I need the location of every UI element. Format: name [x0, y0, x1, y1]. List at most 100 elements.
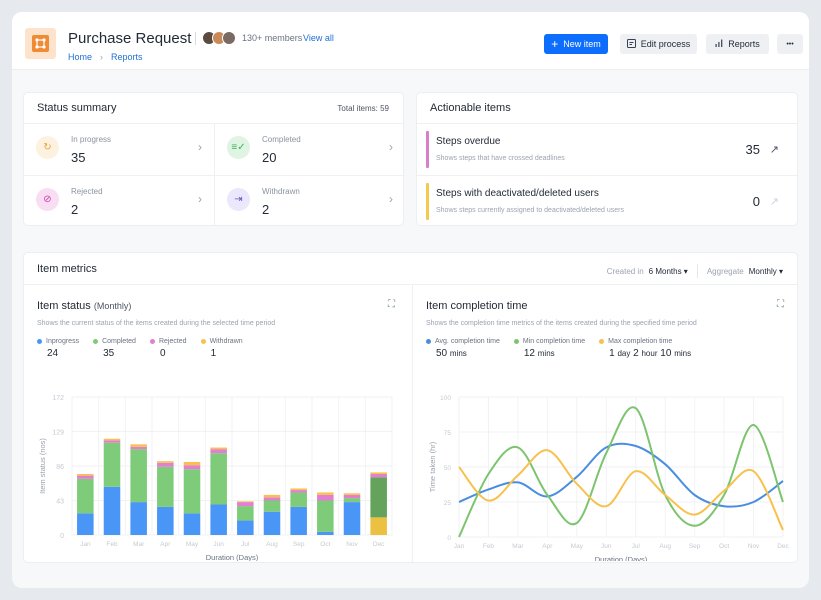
- legend-item[interactable]: Min completion time 12 mins: [513, 338, 585, 359]
- member-avatars[interactable]: [202, 31, 236, 45]
- bar-segment-withdrawn: [290, 488, 307, 491]
- chart-legend: Inprogress 24 Completed 35 Rejected 0 Withdraw…: [37, 338, 243, 359]
- legend-item[interactable]: Max completion time 1 day 2 hour 10 mins: [599, 338, 691, 359]
- bar-segment-withdrawn: [317, 492, 334, 495]
- bar-segment-completed: [130, 449, 147, 503]
- legend-dot: [513, 339, 519, 344]
- avatar[interactable]: [222, 31, 236, 45]
- legend-dot: [149, 339, 155, 344]
- legend-dot: [599, 339, 605, 344]
- created-in-label: Created in: [606, 266, 644, 276]
- bar-segment-completed: [237, 506, 254, 521]
- status-item-in-progress[interactable]: ↻ In progress 35 ›: [24, 124, 214, 175]
- bar-segment-rejected: [157, 462, 174, 467]
- status-label: Completed: [262, 135, 301, 144]
- y-tick-label: 172: [52, 395, 64, 402]
- divider: [195, 32, 196, 45]
- created-in-dropdown[interactable]: 6 Months ▾: [649, 267, 688, 276]
- status-value: 2: [71, 202, 79, 217]
- legend-dot: [37, 339, 42, 344]
- x-tick-label: Nov: [346, 541, 358, 548]
- external-link-icon[interactable]: ↗: [770, 195, 779, 208]
- x-tick-label: Aug: [266, 541, 278, 548]
- bar-segment-inprogress: [77, 513, 94, 535]
- x-tick-label: Dec: [777, 543, 789, 550]
- bar-segment-inprogress: [130, 502, 147, 535]
- legend-value: 0: [159, 348, 166, 359]
- bar-segment-inprogress: [290, 506, 307, 535]
- status-item-withdrawn[interactable]: ⇥ Withdrawn 2 ›: [215, 176, 405, 227]
- x-tick-label: May: [571, 543, 584, 550]
- legend-item[interactable]: Completed 35: [93, 338, 136, 359]
- status-item-completed[interactable]: ≡✓ Completed 20 ›: [215, 124, 405, 175]
- legend-item[interactable]: Inprogress 24: [37, 338, 79, 359]
- x-tick-label: Nov: [748, 543, 760, 550]
- legend-item[interactable]: Avg. completion time 50 mins: [426, 338, 500, 359]
- bar-segment-inprogress: [183, 513, 201, 535]
- external-link-icon[interactable]: ↗: [770, 143, 779, 156]
- more-options-button[interactable]: •••: [777, 34, 803, 54]
- chart-description: Shows the completion time metrics of the…: [426, 320, 697, 327]
- status-value: 35: [71, 150, 86, 165]
- y-tick-label: 0: [60, 533, 64, 540]
- chevron-right-icon[interactable]: ›: [198, 140, 202, 154]
- chart-title: Item completion time: [426, 300, 528, 312]
- bar-segment-rejected: [290, 490, 307, 493]
- new-item-button[interactable]: + New item: [544, 34, 608, 54]
- bar-segment-inprogress: [317, 531, 334, 535]
- bar-segment-withdrawn: [77, 474, 94, 476]
- x-tick-label: Jan: [454, 543, 465, 550]
- legend-value: 50 mins: [436, 348, 467, 359]
- y-tick-label: 0: [447, 535, 451, 542]
- legend-value: 24: [47, 348, 59, 359]
- breadcrumb-home[interactable]: Home: [68, 52, 92, 62]
- app-window: Purchase Request 130+ members View all H…: [12, 12, 809, 588]
- completion-time-chart: 0 25 50 75 100 Jan Feb Mar Apr May Jun Jul Aug Sep Oct…: [428, 395, 790, 561]
- expand-icon[interactable]: ⛶: [388, 299, 395, 310]
- page-header: Purchase Request 130+ members View all H…: [12, 12, 809, 70]
- x-tick-label: Aug: [659, 543, 671, 550]
- bar-segment-inprogress: [210, 504, 227, 535]
- x-axis-label: Duration (Days): [206, 553, 259, 561]
- edit-process-button[interactable]: Edit process: [620, 34, 697, 54]
- legend-item[interactable]: Rejected 0: [149, 338, 187, 359]
- breadcrumb: Home › Reports: [68, 52, 143, 62]
- action-item-steps-overdue[interactable]: Steps overdue Shows steps that have cros…: [417, 124, 797, 175]
- chevron-right-icon[interactable]: ›: [389, 140, 393, 154]
- bar-segment-completed: [290, 492, 307, 507]
- chevron-right-icon[interactable]: ›: [198, 192, 202, 206]
- legend-label: Withdrawn: [209, 338, 243, 345]
- status-item-rejected[interactable]: ⊘ Rejected 2 ›: [24, 176, 214, 227]
- actionable-items-card: Actionable items Steps overdue Shows ste…: [416, 92, 798, 226]
- bar-segment-completed: [317, 500, 334, 532]
- bar-segment-withdrawn: [157, 461, 174, 463]
- legend-dot: [200, 339, 206, 344]
- expand-icon[interactable]: ⛶: [777, 299, 784, 310]
- legend-dot: [426, 339, 431, 344]
- metrics-filters: Created in 6 Months ▾ Aggregate Monthly …: [607, 264, 783, 278]
- x-tick-label: Oct: [320, 541, 330, 548]
- breadcrumb-reports[interactable]: Reports: [111, 52, 143, 62]
- view-all-link[interactable]: View all: [303, 33, 334, 43]
- bar-segment-withdrawn: [103, 438, 121, 441]
- form-icon: [626, 38, 636, 50]
- block-icon: ⊘: [36, 188, 59, 211]
- reports-button[interactable]: Reports: [706, 34, 769, 54]
- series-line-avg-completion-time: [458, 442, 784, 508]
- x-tick-label: Jun: [601, 543, 612, 550]
- bar-segment-completed: [157, 466, 174, 507]
- y-tick-label: 50: [444, 465, 452, 472]
- bar-segment-withdrawn: [130, 444, 147, 447]
- chevron-right-icon[interactable]: ›: [389, 192, 393, 206]
- bar-segment-withdrawn: [263, 494, 281, 498]
- action-item-deactivated-users[interactable]: Steps with deactivated/deleted users Sho…: [417, 176, 797, 227]
- app-logo: [25, 28, 56, 59]
- legend-item[interactable]: Withdrawn 1: [200, 338, 243, 359]
- status-label: Rejected: [71, 187, 103, 196]
- bar-segment-rejected: [263, 497, 281, 501]
- legend-label: Inprogress: [46, 338, 80, 345]
- new-item-label: New item: [563, 39, 601, 49]
- x-tick-label: Oct: [719, 543, 729, 550]
- x-tick-label: May: [186, 541, 199, 548]
- aggregate-dropdown[interactable]: Monthly ▾: [749, 267, 783, 276]
